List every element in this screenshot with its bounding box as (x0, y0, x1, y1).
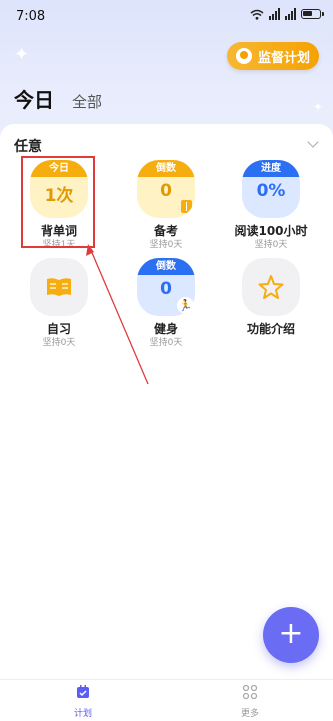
nav-item-plan[interactable]: 计划 (53, 684, 113, 719)
user-icon (235, 48, 252, 64)
star-icon (258, 275, 284, 299)
habit-streak: 坚持0天 (42, 338, 76, 348)
running-icon: 🏃 (177, 297, 194, 314)
sparkle-icon-small: ✦ (313, 100, 324, 114)
supervise-plan-label: 监督计划 (257, 50, 310, 66)
supervise-plan-button[interactable]: 监督计划 (227, 42, 319, 70)
habit-name: 阅读100小时 (234, 224, 308, 238)
habit-item-exam-prep[interactable]: 倒数 0 备考 坚持0天 (121, 160, 211, 251)
add-habit-button[interactable]: + (263, 607, 319, 663)
status-time: 7:08 (16, 9, 46, 24)
open-book-icon (47, 278, 71, 296)
habit-tile: 进度 0% (242, 160, 300, 218)
habit-item-self-study[interactable]: 自习 坚持0天 (14, 258, 104, 349)
habit-item-fitness[interactable]: 倒数 0 🏃 健身 坚持0天 (121, 258, 211, 349)
habit-streak: 坚持0天 (254, 240, 288, 250)
highlight-box (21, 156, 95, 248)
habit-value: 0 (160, 181, 172, 201)
habit-item-feature-intro[interactable]: 功能介绍 (226, 258, 316, 336)
signal-icon-2 (285, 8, 296, 20)
battery-icon (301, 9, 324, 19)
habit-value: 0 (160, 279, 172, 299)
tab-all[interactable]: 全部 (72, 91, 102, 112)
bottom-nav: 计划 更多 (0, 679, 333, 721)
habit-item-reading[interactable]: 进度 0% 阅读100小时 坚持0天 (226, 160, 316, 251)
habit-name: 健身 (153, 322, 178, 336)
nav-item-more[interactable]: 更多 (220, 684, 280, 719)
section-title: 任意 (14, 139, 42, 155)
calendar-icon (77, 685, 89, 698)
status-bar: 7:08 (0, 0, 333, 28)
habit-value: 0% (256, 181, 286, 201)
habit-name: 自习 (46, 322, 71, 336)
habit-streak: 坚持0天 (149, 338, 183, 348)
habit-caption: 倒数 (137, 258, 195, 275)
view-tabs: 今日 全部 (14, 84, 102, 113)
wifi-icon (250, 9, 264, 20)
tab-today[interactable]: 今日 (14, 84, 54, 113)
habit-tile (30, 258, 88, 316)
nav-label: 计划 (73, 709, 92, 719)
chevron-down-icon[interactable] (307, 136, 319, 148)
book-icon (181, 200, 192, 213)
habit-caption: 倒数 (137, 160, 195, 177)
habit-streak: 坚持0天 (149, 240, 183, 250)
habit-tile (242, 258, 300, 316)
nav-label: 更多 (240, 709, 259, 719)
habit-caption: 进度 (242, 160, 300, 177)
habit-name: 备考 (153, 224, 178, 238)
habit-name: 功能介绍 (246, 322, 295, 336)
sparkle-icon: ✦ (14, 44, 30, 65)
signal-icon (269, 8, 280, 20)
grid-icon (242, 684, 258, 700)
status-icons (250, 8, 324, 20)
habit-tile: 倒数 0 (137, 160, 195, 218)
habit-tile: 倒数 0 🏃 (137, 258, 195, 316)
